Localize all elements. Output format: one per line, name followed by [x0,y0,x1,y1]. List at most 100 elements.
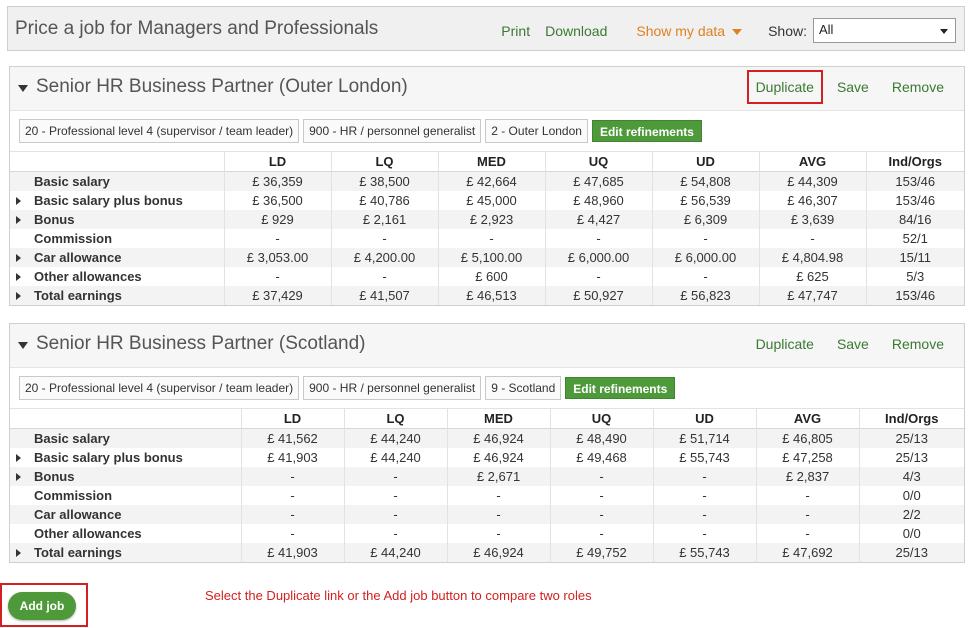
column-header: MED [446,408,550,429]
value-cell: 153/46 [865,190,964,210]
column-header: Ind/Orgs [865,151,964,172]
header-links: Print Download Show my data Show: All [501,18,956,43]
remove-link[interactable]: Remove [892,336,944,352]
job-panel-1: Senior HR Business Partner (Outer London… [9,66,965,306]
table-row[interactable]: Basic salary plus bonus £ 36,500 £ 40,786 £… [10,190,964,210]
value-cell: £ 3,639 [758,209,866,229]
value-cell: £ 41,507 [330,285,438,305]
table-row[interactable]: Basic salary plus bonus £ 41,903 £ 44,240 £… [10,447,964,467]
value-cell: £ 4,200.00 [330,247,438,267]
region-chip: 9 - Scotland [485,376,562,400]
row-label: Other allowances [34,268,142,284]
value-cell: £ 44,240 [343,428,447,448]
value-cell: £ 56,823 [651,285,759,305]
expand-row-icon[interactable] [16,253,21,262]
value-cell: £ 36,359 [223,171,331,191]
caret-down-icon [732,28,743,35]
job-panel-header: Senior HR Business Partner (Scotland) Du… [10,324,964,368]
value-cell: £ 47,692 [755,542,859,562]
value-cell: £ 6,000.00 [651,247,759,267]
value-cell: 52/1 [865,228,964,248]
value-cell: £ 44,309 [758,171,866,191]
edit-refinements-button[interactable]: Edit refinements [591,120,702,142]
value-cell: - [446,504,550,524]
table-row[interactable]: Total earnings £ 37,429 £ 41,507 £ 46,513 £ … [10,285,964,305]
value-cell: £ 55,743 [652,542,756,562]
row-label-cell: Commission [10,486,241,505]
row-label: Basic salary plus bonus [34,449,183,465]
show-select[interactable]: All [813,18,956,43]
value-cell: 153/46 [865,285,964,305]
expand-row-icon[interactable] [16,453,21,462]
value-cell: - [240,504,344,524]
duplicate-link[interactable]: Duplicate [746,70,823,104]
value-cell: - [240,523,344,543]
value-cell: £ 51,714 [652,428,756,448]
save-link[interactable]: Save [837,336,869,352]
table-row[interactable]: Bonus - - £ 2,671- - £ 2,837 4/3 [10,466,964,486]
show-my-data-link[interactable]: Show my data [636,23,743,39]
duplicate-link[interactable]: Duplicate [756,336,814,352]
refinement-chips: 20 - Professional level 4 (supervisor / … [10,111,964,151]
value-cell: 0/0 [858,485,964,505]
column-header: LQ [330,151,438,172]
value-cell: - [223,266,331,286]
collapse-toggle-icon[interactable] [18,85,28,92]
expand-row-icon[interactable] [16,548,21,557]
expand-row-icon[interactable] [16,291,21,300]
column-header: UQ [549,408,653,429]
value-cell: £ 2,837 [755,466,859,486]
row-label-cell: Total earnings [10,286,224,305]
value-cell: £ 4,804.98 [758,247,866,267]
value-cell: £ 44,240 [343,542,447,562]
table-row[interactable]: Bonus £ 929 £ 2,161 £ 2,923 £ 4,427 £ 6,309 £ … [10,209,964,229]
save-link[interactable]: Save [837,79,869,95]
salary-table: LD LQ MED UQ UD AVG Ind/Orgs Basic salary £ 41,… [10,408,964,562]
value-cell: £ 49,752 [549,542,653,562]
value-cell: £ 40,786 [330,190,438,210]
page-title: Price a job for Managers and Professiona… [15,18,379,39]
value-cell: £ 42,664 [437,171,545,191]
value-cell: £ 55,743 [652,447,756,467]
collapse-toggle-icon[interactable] [18,342,28,349]
value-cell: £ 2,671 [446,466,550,486]
row-label-cell: Basic salary plus bonus [10,448,241,467]
value-cell: £ 2,161 [330,209,438,229]
table-header-row: LD LQ MED UQ UD AVG Ind/Orgs [10,408,964,429]
value-cell: 2/2 [858,504,964,524]
row-label-cell: Other allowances [10,267,224,286]
value-cell: £ 50,927 [544,285,652,305]
column-header: LD [240,408,344,429]
dropdown-arrow-icon [940,29,948,34]
remove-link[interactable]: Remove [892,79,944,95]
row-label-cell: Car allowance [10,505,241,524]
expand-row-icon[interactable] [16,272,21,281]
value-cell: - [755,504,859,524]
value-cell: - [437,228,545,248]
expand-row-icon[interactable] [16,472,21,481]
value-cell: 25/13 [858,542,964,562]
value-cell: £ 600 [437,266,545,286]
function-chip: 900 - HR / personnel generalist [303,376,482,400]
value-cell: - [651,228,759,248]
table-row[interactable]: Other allowances - - £ 600- - £ 625 5/3 [10,266,964,286]
print-link[interactable]: Print [501,23,530,39]
add-job-button[interactable]: Add job [8,592,76,620]
download-link[interactable]: Download [545,23,607,39]
expand-row-icon[interactable] [16,196,21,205]
value-cell: - [446,485,550,505]
column-header: UD [651,151,759,172]
expand-row-icon[interactable] [16,215,21,224]
table-row[interactable]: Total earnings £ 41,903 £ 44,240 £ 46,924 £ … [10,542,964,562]
value-cell: - [343,523,447,543]
value-cell: £ 47,258 [755,447,859,467]
column-header: AVG [755,408,859,429]
edit-refinements-button[interactable]: Edit refinements [565,377,676,399]
table-row[interactable]: Car allowance £ 3,053.00 £ 4,200.00 £ 5,100… [10,247,964,267]
value-cell: - [549,504,653,524]
value-cell: - [544,266,652,286]
row-label: Basic salary [34,430,110,446]
job-title: Senior HR Business Partner (Outer London… [36,76,408,97]
value-cell: £ 625 [758,266,866,286]
value-cell: £ 47,747 [758,285,866,305]
